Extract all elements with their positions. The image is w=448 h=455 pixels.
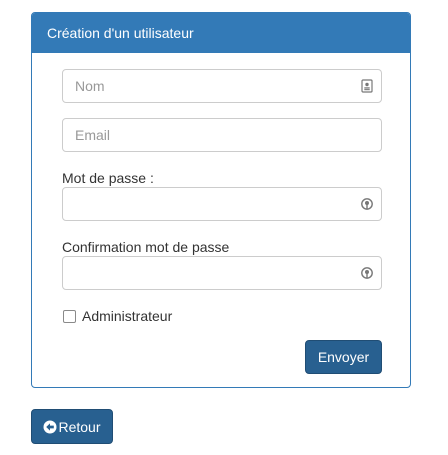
password-confirm-label: Confirmation mot de passe (62, 239, 230, 255)
key-icon (361, 267, 373, 279)
submit-button-label: Envoyer (317, 349, 370, 365)
password-label: Mot de passe : (62, 170, 154, 186)
key-icon (361, 198, 373, 210)
back-button-label: Retour (58, 418, 101, 435)
password-confirm-input[interactable] (62, 256, 382, 290)
contact-card-icon (361, 79, 373, 93)
password-input[interactable] (62, 187, 382, 221)
back-button[interactable]: Retour (31, 409, 113, 444)
admin-checkbox[interactable] (63, 310, 76, 323)
name-input[interactable] (62, 69, 382, 103)
user-creation-panel: Création d'un utilisateur Mot de passe :… (31, 12, 411, 388)
panel-title: Création d'un utilisateur (32, 13, 410, 53)
admin-checkbox-label[interactable]: Administrateur (82, 308, 172, 324)
email-input[interactable] (62, 118, 382, 152)
circle-arrow-left-icon (43, 420, 57, 433)
submit-button[interactable]: Envoyer (305, 340, 382, 374)
